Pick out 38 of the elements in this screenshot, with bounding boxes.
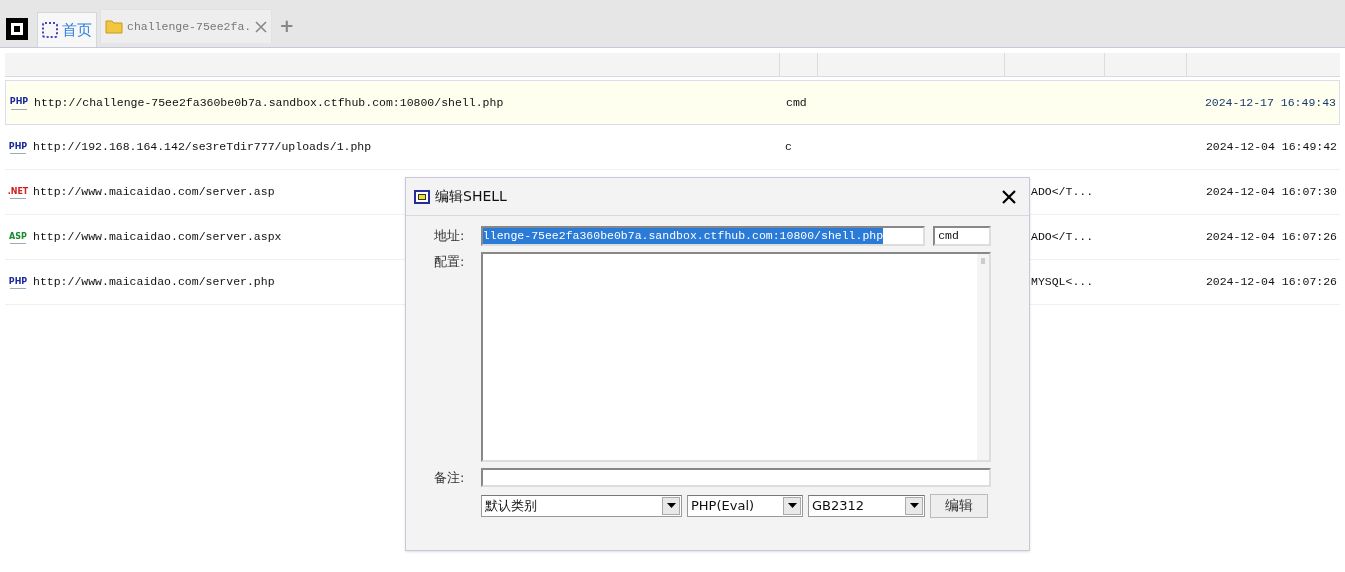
note-field[interactable] [481, 468, 991, 488]
close-icon[interactable] [1001, 188, 1017, 205]
window-icon [414, 189, 430, 204]
url-cell-text: http://www.maicaidao.com/server.aspx [33, 229, 282, 246]
table-row[interactable]: PHP http://192.168.164.142/se3reTdir777/uploads/1.php c 2024-12-04 16:49:42 [5, 125, 1340, 170]
date-cell-text: 2024-12-04 16:07:30 [1205, 184, 1337, 201]
table-row[interactable]: PHP http://challenge-75ee2fa360be0b7a.sandbox.ctfhub.com:10800/shell.php cmd 2024-12-17 16:49:43 [5, 80, 1340, 125]
caret-icon [905, 496, 923, 515]
address-label: 地址: [434, 227, 466, 246]
home-tab-icon [42, 22, 58, 38]
date-cell-text: 2024-12-17 16:49:43 [1204, 94, 1336, 111]
date-cell-text: 2024-12-04 16:07:26 [1205, 229, 1337, 246]
date-cell-text: 2024-12-04 16:07:26 [1205, 274, 1337, 291]
caret-icon [662, 496, 680, 515]
tab[interactable]: 首页 [37, 12, 97, 47]
dropdown[interactable]: PHP(Eval) [687, 494, 803, 517]
table-cell: cmd [786, 95, 807, 109]
table-cell: c [785, 140, 792, 154]
table-cell: MYSQL<... [1031, 275, 1094, 289]
address-field[interactable]: llenge-75ee2fa360be0b7a.sandbox.ctfhub.com:10800/shell.php [480, 226, 926, 246]
dropdown[interactable]: 默认类别 [481, 494, 682, 517]
dialog-title: 编辑SHELL [435, 187, 508, 206]
caret-icon [783, 496, 801, 515]
folder-icon [105, 19, 123, 34]
password-field[interactable]: cmd [933, 226, 991, 246]
table-cell: ADO</T... [1031, 230, 1094, 244]
date-cell-text: 2024-12-04 16:49:42 [1205, 139, 1337, 156]
app-icon[interactable] [6, 18, 28, 40]
table-cell: ADO</T... [1031, 185, 1094, 199]
dropdown[interactable]: GB2312 [808, 494, 925, 517]
url-cell-text: http://192.168.164.142/se3reTdir777/uploads/1.php [33, 139, 372, 156]
edit-button[interactable]: 编辑 [930, 493, 988, 518]
tab[interactable]: challenge-75ee2fa. [100, 9, 273, 43]
url-cell-text: http://challenge-75ee2fa360be0b7a.sandbox.ctfhub.com:10800/shell.php [34, 94, 504, 111]
scrollbar[interactable] [977, 254, 989, 460]
note-label: 备注: [434, 469, 466, 487]
url-cell-text: http://www.maicaidao.com/server.php [33, 274, 275, 291]
url-cell-text: http://www.maicaidao.com/server.asp [33, 184, 275, 201]
